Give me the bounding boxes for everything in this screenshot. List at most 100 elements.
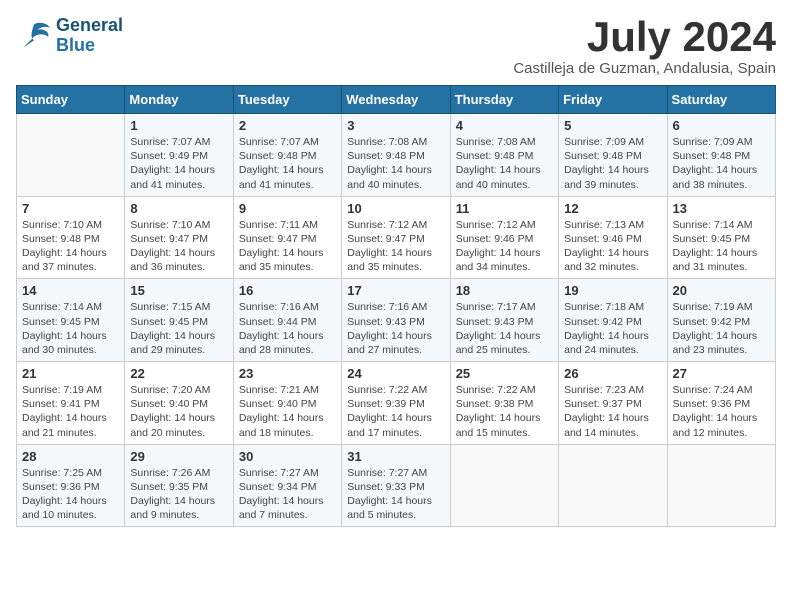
calendar-week-2: 7 Sunrise: 7:10 AMSunset: 9:48 PMDaylight… [17, 196, 776, 279]
day-number: 13 [673, 201, 770, 216]
day-number: 5 [564, 118, 661, 133]
calendar-cell: 3 Sunrise: 7:08 AMSunset: 9:48 PMDaylight… [342, 114, 450, 197]
day-info: Sunrise: 7:22 AMSunset: 9:39 PMDaylight:… [347, 383, 444, 440]
day-number: 16 [239, 283, 336, 298]
calendar-cell [559, 444, 667, 527]
calendar-cell: 12 Sunrise: 7:13 AMSunset: 9:46 PMDayligh… [559, 196, 667, 279]
day-info: Sunrise: 7:19 AMSunset: 9:42 PMDaylight:… [673, 300, 770, 357]
day-number: 17 [347, 283, 444, 298]
day-info: Sunrise: 7:14 AMSunset: 9:45 PMDaylight:… [22, 300, 119, 357]
day-info: Sunrise: 7:09 AMSunset: 9:48 PMDaylight:… [673, 135, 770, 192]
weekday-header-sunday: Sunday [17, 86, 125, 114]
day-info: Sunrise: 7:17 AMSunset: 9:43 PMDaylight:… [456, 300, 553, 357]
day-number: 31 [347, 449, 444, 464]
day-number: 24 [347, 366, 444, 381]
day-info: Sunrise: 7:11 AMSunset: 9:47 PMDaylight:… [239, 218, 336, 275]
day-info: Sunrise: 7:08 AMSunset: 9:48 PMDaylight:… [456, 135, 553, 192]
day-info: Sunrise: 7:20 AMSunset: 9:40 PMDaylight:… [130, 383, 227, 440]
calendar-cell: 20 Sunrise: 7:19 AMSunset: 9:42 PMDayligh… [667, 279, 775, 362]
calendar-cell: 25Sunrise: 7:22 AMSunset: 9:38 PMDayligh… [450, 362, 558, 445]
weekday-header-saturday: Saturday [667, 86, 775, 114]
calendar-table: SundayMondayTuesdayWednesdayThursdayFrid… [16, 85, 776, 527]
calendar-cell: 24 Sunrise: 7:22 AMSunset: 9:39 PMDayligh… [342, 362, 450, 445]
day-info: Sunrise: 7:25 AMSunset: 9:36 PMDaylight:… [22, 466, 119, 523]
calendar-cell: 17 Sunrise: 7:16 AMSunset: 9:43 PMDayligh… [342, 279, 450, 362]
day-info: Sunrise: 7:07 AMSunset: 9:49 PMDaylight:… [130, 135, 227, 192]
day-info: Sunrise: 7:27 AMSunset: 9:33 PMDaylight:… [347, 466, 444, 523]
day-number: 6 [673, 118, 770, 133]
calendar-cell: 19Sunrise: 7:18 AMSunset: 9:42 PMDayligh… [559, 279, 667, 362]
day-number: 8 [130, 201, 227, 216]
day-number: 23 [239, 366, 336, 381]
day-number: 18 [456, 283, 553, 298]
day-number: 29 [130, 449, 227, 464]
day-number: 10 [347, 201, 444, 216]
day-info: Sunrise: 7:16 AMSunset: 9:43 PMDaylight:… [347, 300, 444, 357]
calendar-header: SundayMondayTuesdayWednesdayThursdayFrid… [17, 86, 776, 114]
day-number: 20 [673, 283, 770, 298]
calendar-cell: 31 Sunrise: 7:27 AMSunset: 9:33 PMDayligh… [342, 444, 450, 527]
calendar-cell: 28 Sunrise: 7:25 AMSunset: 9:36 PMDayligh… [17, 444, 125, 527]
day-number: 4 [456, 118, 553, 133]
calendar-cell: 5 Sunrise: 7:09 AMSunset: 9:48 PMDaylight… [559, 114, 667, 197]
day-number: 11 [456, 201, 553, 216]
calendar-cell: 27 Sunrise: 7:24 AMSunset: 9:36 PMDayligh… [667, 362, 775, 445]
calendar-cell: 7 Sunrise: 7:10 AMSunset: 9:48 PMDaylight… [17, 196, 125, 279]
day-number: 9 [239, 201, 336, 216]
calendar-week-5: 28 Sunrise: 7:25 AMSunset: 9:36 PMDayligh… [17, 444, 776, 527]
calendar-cell: 4 Sunrise: 7:08 AMSunset: 9:48 PMDaylight… [450, 114, 558, 197]
day-number: 27 [673, 366, 770, 381]
day-number: 21 [22, 366, 119, 381]
day-info: Sunrise: 7:10 AMSunset: 9:48 PMDaylight:… [22, 218, 119, 275]
calendar-cell: 13Sunrise: 7:14 AMSunset: 9:45 PMDayligh… [667, 196, 775, 279]
calendar-cell: 29 Sunrise: 7:26 AMSunset: 9:35 PMDayligh… [125, 444, 233, 527]
calendar-cell [667, 444, 775, 527]
calendar-cell: 1 Sunrise: 7:07 AMSunset: 9:49 PMDaylight… [125, 114, 233, 197]
day-number: 14 [22, 283, 119, 298]
day-info: Sunrise: 7:26 AMSunset: 9:35 PMDaylight:… [130, 466, 227, 523]
calendar-cell: 30Sunrise: 7:27 AMSunset: 9:34 PMDayligh… [233, 444, 341, 527]
calendar-cell: 8 Sunrise: 7:10 AMSunset: 9:47 PMDaylight… [125, 196, 233, 279]
calendar-cell: 10Sunrise: 7:12 AMSunset: 9:47 PMDayligh… [342, 196, 450, 279]
day-number: 3 [347, 118, 444, 133]
calendar-cell: 26Sunrise: 7:23 AMSunset: 9:37 PMDayligh… [559, 362, 667, 445]
title-section: July 2024 Castilleja de Guzman, Andalusi… [513, 16, 776, 77]
day-info: Sunrise: 7:21 AMSunset: 9:40 PMDaylight:… [239, 383, 336, 440]
day-number: 26 [564, 366, 661, 381]
weekday-header-thursday: Thursday [450, 86, 558, 114]
day-info: Sunrise: 7:08 AMSunset: 9:48 PMDaylight:… [347, 135, 444, 192]
calendar-cell: 2Sunrise: 7:07 AMSunset: 9:48 PMDaylight… [233, 114, 341, 197]
calendar-cell: 22 Sunrise: 7:20 AMSunset: 9:40 PMDayligh… [125, 362, 233, 445]
day-number: 30 [239, 449, 336, 464]
day-info: Sunrise: 7:09 AMSunset: 9:48 PMDaylight:… [564, 135, 661, 192]
calendar-cell: 15Sunrise: 7:15 AMSunset: 9:45 PMDayligh… [125, 279, 233, 362]
day-number: 7 [22, 201, 119, 216]
logo-icon [16, 21, 52, 51]
day-number: 2 [239, 118, 336, 133]
day-number: 12 [564, 201, 661, 216]
calendar-week-4: 21 Sunrise: 7:19 AMSunset: 9:41 PMDayligh… [17, 362, 776, 445]
calendar-week-1: 1 Sunrise: 7:07 AMSunset: 9:49 PMDaylight… [17, 114, 776, 197]
day-number: 28 [22, 449, 119, 464]
calendar-body: 1 Sunrise: 7:07 AMSunset: 9:49 PMDaylight… [17, 114, 776, 527]
weekday-header-wednesday: Wednesday [342, 86, 450, 114]
calendar-cell: 6 Sunrise: 7:09 AMSunset: 9:48 PMDaylight… [667, 114, 775, 197]
logo: General Blue [16, 16, 123, 56]
day-number: 1 [130, 118, 227, 133]
day-info: Sunrise: 7:13 AMSunset: 9:46 PMDaylight:… [564, 218, 661, 275]
month-title: July 2024 [513, 16, 776, 58]
day-info: Sunrise: 7:10 AMSunset: 9:47 PMDaylight:… [130, 218, 227, 275]
day-info: Sunrise: 7:12 AMSunset: 9:46 PMDaylight:… [456, 218, 553, 275]
calendar-cell [17, 114, 125, 197]
calendar-cell [450, 444, 558, 527]
day-number: 22 [130, 366, 227, 381]
day-info: Sunrise: 7:22 AMSunset: 9:38 PMDaylight:… [456, 383, 553, 440]
calendar-cell: 18 Sunrise: 7:17 AMSunset: 9:43 PMDayligh… [450, 279, 558, 362]
day-number: 19 [564, 283, 661, 298]
location-title: Castilleja de Guzman, Andalusia, Spain [513, 60, 776, 77]
calendar-cell: 16Sunrise: 7:16 AMSunset: 9:44 PMDayligh… [233, 279, 341, 362]
calendar-cell: 14 Sunrise: 7:14 AMSunset: 9:45 PMDayligh… [17, 279, 125, 362]
day-info: Sunrise: 7:19 AMSunset: 9:41 PMDaylight:… [22, 383, 119, 440]
weekday-header-row: SundayMondayTuesdayWednesdayThursdayFrid… [17, 86, 776, 114]
day-info: Sunrise: 7:24 AMSunset: 9:36 PMDaylight:… [673, 383, 770, 440]
